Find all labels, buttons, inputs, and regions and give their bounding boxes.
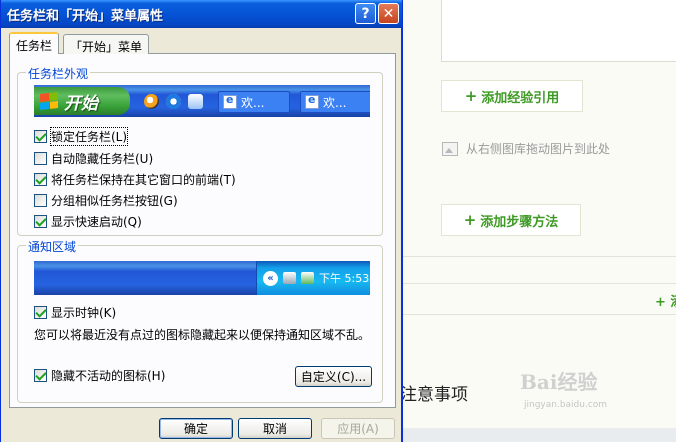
notification-preview: « 下午 5:53 — [34, 261, 370, 295]
divider — [403, 283, 676, 284]
checkbox-box[interactable] — [34, 130, 47, 143]
network-icon — [283, 272, 296, 284]
add-link-partial[interactable]: + 添 — [655, 291, 676, 310]
checkbox-box[interactable] — [34, 173, 47, 186]
taskbar-properties-dialog: 任务栏和「开始」菜单属性 ? ✕ 任务栏 「开始」菜单 任务栏外观 开始 欢..… — [0, 0, 403, 442]
lock-taskbar-checkbox[interactable]: 锁定任务栏(L) — [34, 127, 129, 146]
checkbox-box[interactable] — [34, 152, 47, 165]
dialog-title: 任务栏和「开始」菜单属性 — [7, 9, 164, 24]
ok-button[interactable]: 确定 — [159, 418, 233, 439]
cancel-button[interactable]: 取消 — [238, 418, 312, 439]
group-buttons-checkbox[interactable]: 分组相似任务栏按钮(G) — [34, 192, 178, 209]
media-player-icon — [144, 94, 159, 109]
notes-heading: 注意事项 — [400, 385, 468, 405]
start-label: 开始 — [64, 93, 98, 114]
taskbar-preview: 开始 欢... 欢... — [34, 85, 370, 117]
keep-on-top-checkbox[interactable]: 将任务栏保持在其它窗口的前端(T) — [34, 171, 236, 188]
content-textarea[interactable] — [441, 0, 676, 62]
system-tray: « 下午 5:53 — [256, 261, 370, 295]
clock: 下午 5:53 — [319, 272, 370, 285]
checkbox-box[interactable] — [34, 306, 47, 319]
show-desktop-icon — [188, 94, 203, 109]
task-button: 欢... — [218, 91, 290, 113]
divider — [403, 314, 676, 315]
customize-button[interactable]: 自定义(C)... — [295, 366, 372, 387]
apply-button[interactable]: 应用(A) — [321, 418, 395, 439]
plus-icon: + — [463, 211, 477, 229]
checkbox-box[interactable] — [34, 215, 47, 228]
hide-inactive-checkbox[interactable]: 隐藏不活动的图标(H) — [34, 367, 165, 384]
divider — [403, 256, 676, 257]
task-button: 欢... — [300, 91, 370, 113]
image-hint-text: 从右侧图库拖动图片到此处 — [466, 142, 611, 156]
notification-description: 您可以将最近没有点过的图标隐藏起来以便保持通知区域不乱。 — [34, 328, 371, 342]
image-drop-hint: 从右侧图库拖动图片到此处 — [442, 140, 610, 157]
quick-launch-checkbox[interactable]: 显示快速启动(Q) — [34, 213, 142, 230]
group-title: 任务栏外观 — [26, 65, 91, 82]
baidu-watermark: Bai经验 jingyan.baidu.com — [520, 370, 608, 410]
close-button[interactable]: ✕ — [378, 3, 399, 24]
ie-document-icon — [223, 93, 237, 109]
auto-hide-checkbox[interactable]: 自动隐藏任务栏(U) — [34, 150, 153, 167]
group-title: 通知区域 — [26, 238, 79, 255]
checkbox-box[interactable] — [34, 369, 47, 382]
windows-logo-icon — [40, 92, 58, 110]
show-clock-checkbox[interactable]: 显示时钟(K) — [34, 304, 116, 321]
internet-explorer-icon — [166, 94, 181, 109]
plus-icon: + — [464, 87, 478, 105]
add-step-label: 添加步骤方法 — [480, 214, 559, 230]
add-step-button[interactable]: + 添加步骤方法 — [441, 204, 581, 236]
add-reference-button[interactable]: + 添加经验引用 — [441, 80, 583, 112]
tab-taskbar[interactable]: 任务栏 — [9, 32, 60, 54]
start-button-preview: 开始 — [34, 87, 130, 115]
tab-start-menu[interactable]: 「开始」菜单 — [63, 34, 150, 54]
page-footer-strip — [403, 428, 676, 442]
ie-document-icon — [305, 93, 319, 109]
add-reference-label: 添加经验引用 — [481, 90, 560, 106]
safely-remove-icon — [301, 272, 314, 284]
chevron-left-icon: « — [263, 270, 278, 286]
checkbox-box[interactable] — [34, 194, 47, 207]
dialog-titlebar[interactable]: 任务栏和「开始」菜单属性 ? ✕ — [1, 0, 402, 28]
help-button[interactable]: ? — [355, 3, 376, 24]
image-icon — [442, 141, 458, 156]
